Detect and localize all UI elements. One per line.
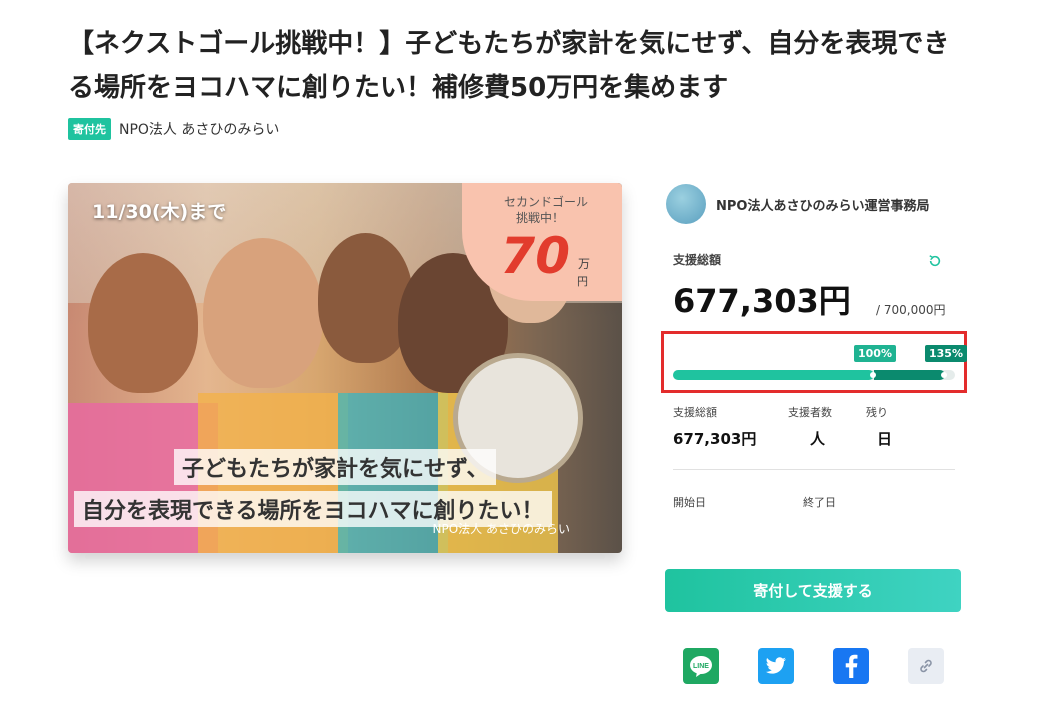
divider bbox=[673, 469, 955, 470]
stat-remaining: 残り 日 bbox=[866, 404, 892, 449]
hero-figure bbox=[88, 253, 198, 393]
twitter-icon bbox=[765, 657, 786, 674]
end-date-label: 終了日 bbox=[803, 496, 836, 509]
stat-label: 支援者数 bbox=[788, 406, 832, 419]
share-twitter-button[interactable] bbox=[758, 648, 794, 684]
progress-fill bbox=[673, 370, 874, 380]
stat-value: 日 bbox=[877, 430, 893, 448]
goal-badge-number: 70 bbox=[500, 227, 570, 285]
hero-deadline: 11/30(木)まで bbox=[92, 201, 227, 223]
stat-value: 677,303円 bbox=[673, 430, 757, 448]
avatar bbox=[666, 184, 706, 224]
recipient-tag: 寄付先 bbox=[68, 118, 111, 140]
total-amount: 677,303円 bbox=[673, 282, 851, 320]
hero-caption: 子どもたちが家計を気にせず、 自分を表現できる場所をヨコハマに創りたい！ bbox=[74, 449, 552, 527]
hero-caption-line1: 子どもたちが家計を気にせず、 bbox=[174, 449, 497, 485]
recipient: 寄付先 NPO法人 あさひのみらい bbox=[68, 118, 279, 140]
goal-badge-line2: 挑戦中！ bbox=[515, 211, 564, 225]
hero-image: 11/30(木)まで セカンドゴール 挑戦中！ 70 万 円 子どもたちが家計を… bbox=[68, 183, 622, 553]
stat-supporters: 支援者数 人 bbox=[788, 404, 832, 449]
goal-badge-unit: 円 bbox=[577, 275, 588, 288]
goal-badge-line1: セカンドゴール bbox=[503, 195, 588, 209]
stat-label: 支援総額 bbox=[673, 406, 717, 419]
line-icon: LINE bbox=[690, 656, 712, 677]
progress-bar: 100% 135% bbox=[673, 345, 967, 380]
facebook-icon bbox=[845, 654, 858, 678]
page-title: 【ネクストゴール挑戦中！】子どもたちが家計を気にせず、自分を表現できる場所をヨコ… bbox=[68, 29, 950, 103]
stat-value: 人 bbox=[810, 430, 826, 448]
goal-badge: セカンドゴール 挑戦中！ 70 万 円 bbox=[462, 183, 622, 301]
share-facebook-button[interactable] bbox=[833, 648, 869, 684]
organizer-name[interactable]: NPO法人あさひのみらい運営事務局 bbox=[716, 195, 929, 214]
hero-figure bbox=[203, 238, 323, 388]
share-copy-link-button[interactable] bbox=[908, 648, 944, 684]
hero-org: NPO法人 あさひのみらい bbox=[432, 522, 570, 536]
goal-badge-unit: 万 bbox=[577, 257, 590, 271]
progress-marker-first-goal bbox=[870, 372, 876, 378]
progress-label-first-goal: 100% bbox=[854, 345, 896, 362]
progress-marker-current bbox=[941, 372, 947, 378]
progress-highlight: 100% 135% bbox=[661, 331, 967, 393]
refresh-icon[interactable] bbox=[928, 254, 942, 268]
organizer[interactable]: NPO法人あさひのみらい運営事務局 bbox=[666, 184, 929, 224]
progress-label-current: 135% bbox=[925, 345, 967, 362]
share-line-button[interactable]: LINE bbox=[683, 648, 719, 684]
stat-label: 残り bbox=[866, 406, 888, 419]
total-label: 支援総額 bbox=[673, 253, 722, 267]
line-icon-text: LINE bbox=[693, 663, 709, 670]
progress-fill-next-goal bbox=[874, 370, 945, 380]
start-date-label: 開始日 bbox=[673, 496, 706, 509]
link-icon bbox=[920, 659, 932, 673]
stat-total: 支援総額 677,303円 bbox=[673, 404, 756, 449]
donate-button[interactable]: 寄付して支援する bbox=[665, 569, 961, 612]
recipient-name[interactable]: NPO法人 あさひのみらい bbox=[119, 119, 279, 139]
goal-amount: / 700,000円 bbox=[876, 303, 946, 317]
